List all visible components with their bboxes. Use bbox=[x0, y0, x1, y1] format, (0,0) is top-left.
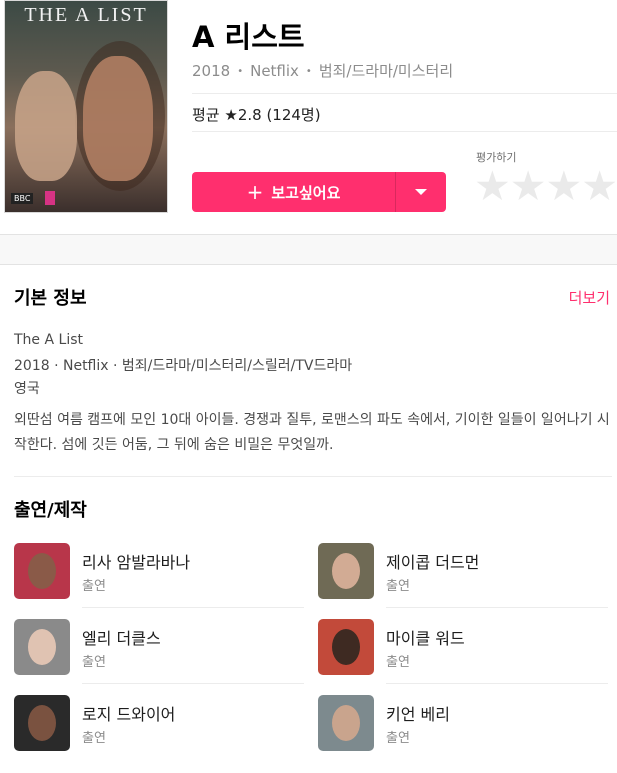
avatar bbox=[14, 543, 70, 599]
divider bbox=[82, 683, 304, 684]
divider bbox=[82, 607, 304, 608]
cast-item[interactable]: 마이클 워드 출연 bbox=[318, 619, 608, 684]
cast-item[interactable]: 리사 암발라바나 출연 bbox=[14, 543, 304, 608]
poster-figure-left bbox=[15, 71, 77, 181]
star-rating-input[interactable]: ★ ★ ★ ★ bbox=[474, 166, 617, 207]
genre: 범죄/드라마/미스터리 bbox=[318, 62, 454, 80]
cast-name: 리사 암발라바나 bbox=[82, 553, 191, 572]
avatar bbox=[318, 619, 374, 675]
avatar-face bbox=[332, 553, 360, 589]
cast-title: 출연/제작 bbox=[14, 500, 87, 521]
divider bbox=[192, 93, 617, 94]
basic-info-title: 기본 정보 bbox=[14, 288, 87, 309]
want-to-watch-label: 보고싶어요 bbox=[271, 183, 341, 202]
cast-item[interactable]: 로지 드와이어 출연 bbox=[14, 695, 304, 755]
cast-name: 로지 드와이어 bbox=[82, 705, 176, 724]
cast-role: 출연 bbox=[82, 655, 106, 670]
original-title: The A List bbox=[14, 332, 83, 348]
poster-figure-right bbox=[83, 56, 153, 181]
avatar-face bbox=[28, 629, 56, 665]
divider bbox=[14, 476, 612, 477]
wishlist-button-group: + 보고싶어요 bbox=[192, 172, 446, 212]
avatar-face bbox=[28, 553, 56, 589]
content-details: 2018 · Netflix · 범죄/드라마/미스터리/스릴러/TV드라마 bbox=[14, 358, 353, 374]
avatar bbox=[14, 619, 70, 675]
divider bbox=[386, 607, 608, 608]
broadcaster-logo: BBC bbox=[11, 193, 34, 204]
avatar-face bbox=[332, 629, 360, 665]
country: 영국 bbox=[14, 381, 40, 397]
avatar bbox=[318, 695, 374, 751]
average-rating: 평균 ★2.8 (124명) bbox=[192, 106, 321, 124]
star-icon[interactable]: ★ bbox=[474, 166, 511, 207]
year: 2018 bbox=[192, 62, 231, 80]
cast-name: 키언 베리 bbox=[386, 705, 450, 724]
star-icon[interactable]: ★ bbox=[581, 166, 617, 207]
separator-dot: • bbox=[237, 66, 244, 77]
star-icon[interactable]: ★ bbox=[510, 166, 547, 207]
synopsis: 외딴섬 여름 캠프에 모인 10대 아이들. 경쟁과 질투, 로맨스의 파도 속… bbox=[14, 412, 610, 453]
poster-image[interactable]: THE A LIST BBC bbox=[4, 0, 168, 213]
page-title: A 리스트 bbox=[192, 20, 305, 54]
cast-role: 출연 bbox=[82, 579, 106, 594]
cast-item[interactable]: 키언 베리 출연 bbox=[318, 695, 608, 755]
cast-item[interactable]: 엘리 더클스 출연 bbox=[14, 619, 304, 684]
more-link[interactable]: 더보기 bbox=[569, 287, 610, 308]
plus-icon: + bbox=[246, 180, 264, 204]
separator-dot: • bbox=[305, 66, 312, 77]
cast-name: 제이콥 더드먼 bbox=[386, 553, 480, 572]
cast-role: 출연 bbox=[386, 655, 410, 670]
avatar bbox=[14, 695, 70, 751]
content-header: THE A LIST BBC A 리스트 2018 • Netflix • 범죄/드라마… bbox=[0, 0, 617, 234]
avatar-face bbox=[28, 705, 56, 741]
chevron-down-icon bbox=[415, 189, 427, 195]
cast-item[interactable]: 제이콥 더드먼 출연 bbox=[318, 543, 608, 608]
cast-role: 출연 bbox=[386, 579, 410, 594]
avatar-face bbox=[332, 705, 360, 741]
content-meta: 2018 • Netflix • 범죄/드라마/미스터리 bbox=[192, 60, 453, 81]
wishlist-dropdown-button[interactable] bbox=[396, 172, 446, 212]
star-icon[interactable]: ★ bbox=[546, 166, 583, 207]
network: Netflix bbox=[250, 62, 299, 80]
channel-logo bbox=[45, 191, 55, 205]
cast-name: 엘리 더클스 bbox=[82, 629, 161, 648]
section-gap bbox=[0, 234, 617, 265]
cast-name: 마이클 워드 bbox=[386, 629, 465, 648]
cast-role: 출연 bbox=[386, 731, 410, 746]
divider bbox=[192, 131, 617, 132]
want-to-watch-button[interactable]: + 보고싶어요 bbox=[192, 172, 395, 212]
avatar bbox=[318, 543, 374, 599]
poster-title: THE A LIST bbox=[24, 4, 148, 26]
divider bbox=[386, 683, 608, 684]
cast-role: 출연 bbox=[82, 731, 106, 746]
